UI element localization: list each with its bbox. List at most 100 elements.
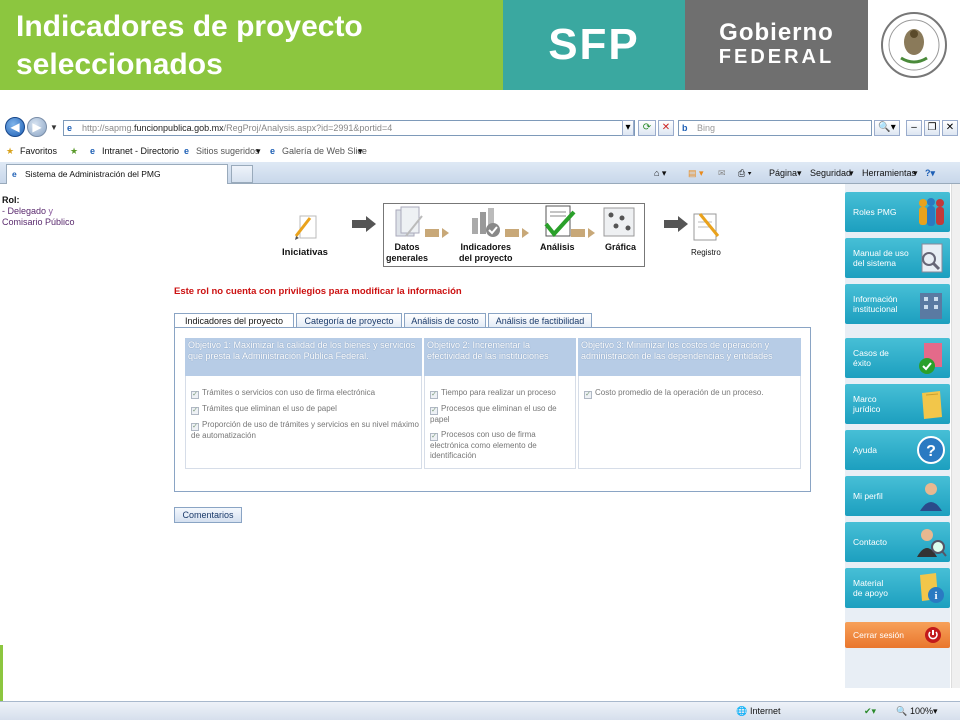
general-data-icon [392, 206, 426, 245]
menu-label-line1: Roles PMG [853, 207, 897, 217]
objective-column: Objetivo 1: Maximizar la calidad de los … [185, 338, 422, 469]
menu-label-line1: Información [853, 294, 898, 304]
back-button[interactable]: ◀ [5, 117, 25, 137]
objective-body: ✓ Costo promedio de la operación de un pr… [578, 376, 801, 469]
search-button[interactable]: 🔍▾ [874, 120, 900, 136]
logout-button[interactable]: Cerrar sesión [845, 622, 950, 648]
chevron-down-icon[interactable]: ▾ [797, 162, 802, 184]
arrow-icon [505, 228, 529, 238]
fav-intranet[interactable]: Intranet - Directorio [102, 141, 179, 161]
menu-casos-exito[interactable]: Casos de éxito [845, 338, 950, 378]
step-analisis: Análisis [540, 242, 575, 252]
favorites-button[interactable]: Favoritos [20, 141, 57, 161]
chevron-down-icon[interactable]: ▾ [256, 141, 261, 161]
help-question-icon: ? [917, 436, 945, 464]
folder-icon [922, 391, 942, 419]
refresh-icon[interactable]: ⟳ [638, 120, 656, 136]
indicator-checkbox[interactable]: ✓ Trámites que eliminan el uso de papel [186, 404, 421, 415]
objective-column: Objetivo 2: Incrementar la efectividad d… [424, 338, 576, 469]
url-path: /RegProj/Analysis.aspx?id=2991&portid=4 [223, 123, 393, 133]
address-dropdown-icon[interactable]: ▾ [622, 120, 634, 136]
search-input[interactable]: b Bing [678, 120, 872, 136]
new-tab-button[interactable] [231, 165, 253, 183]
objective-title: Objetivo 2: Incrementar la efectividad d… [424, 338, 576, 376]
add-favorite-icon[interactable]: ★ [70, 141, 78, 161]
indicator-checkbox[interactable]: ✓ Tiempo para realizar un proceso [425, 388, 575, 399]
chevron-down-icon[interactable]: ▾ [849, 162, 854, 184]
chevron-down-icon[interactable]: ▾ [913, 162, 918, 184]
menu-label-line2: jurídico [853, 404, 881, 414]
objective-title: Objetivo 3: Minimizar los costos de oper… [578, 338, 801, 376]
menu-roles-pmg[interactable]: Roles PMG [845, 192, 950, 232]
tab-factibilidad[interactable]: Análisis de factibilidad [488, 313, 592, 328]
fav-suggested-sites[interactable]: Sitios sugeridos [196, 141, 260, 161]
menu-contacto[interactable]: Contacto [845, 522, 950, 562]
register-icon [690, 210, 722, 249]
step-iniciativas: Iniciativas [282, 247, 328, 258]
objective-body: ✓ Tiempo para realizar un proceso ✓ Proces… [424, 376, 576, 469]
role-info: Rol: - Delegado y Comisario Público [2, 195, 75, 228]
checkbox-icon: ✓ [191, 391, 199, 399]
tools-menu[interactable]: Herramientas [862, 162, 916, 184]
info-folder-icon: i [920, 573, 944, 603]
minimize-button[interactable]: – [906, 120, 922, 136]
security-menu[interactable]: Seguridad [810, 162, 851, 184]
arrow-icon [425, 228, 449, 238]
menu-mi-perfil[interactable]: Mi perfil [845, 476, 950, 516]
svg-text:?: ? [926, 443, 936, 460]
fav-web-slice[interactable]: Galería de Web Slice [282, 141, 367, 161]
checkbox-icon: ✓ [191, 407, 199, 415]
restore-button[interactable]: ❐ [924, 120, 940, 136]
address-bar[interactable]: e http://sapmg.funcionpublica.gob.mx/Reg… [63, 120, 635, 136]
role-and: y [48, 206, 54, 216]
indicator-checkbox[interactable]: ✓ Trámites o servicios con uso de firma e… [186, 388, 421, 399]
help-icon[interactable]: ?▾ [925, 162, 935, 184]
security-zone: Internet [750, 706, 781, 716]
menu-marco-juridico[interactable]: Marco jurídico [845, 384, 950, 424]
menu-manual[interactable]: Manual de uso del sistema [845, 238, 950, 278]
mexico-seal-icon [868, 0, 960, 90]
protected-mode-icon[interactable]: ✔▾ [864, 702, 876, 720]
rss-icon[interactable]: ▤ ▾ [688, 162, 704, 184]
step-ind-2: del proyecto [459, 253, 513, 263]
menu-label: Contacto [853, 537, 887, 547]
gobierno-federal-logo: Gobierno FEDERAL [685, 0, 868, 90]
mail-icon[interactable]: ✉ [718, 162, 726, 184]
comments-button[interactable]: Comentarios [174, 507, 242, 523]
sfp-logo: SFP [503, 0, 685, 90]
zoom-level[interactable]: 100% [910, 702, 933, 720]
indicator-checkbox[interactable]: ✓ Procesos con uso de firma electrónica c… [425, 430, 575, 461]
menu-label: Marco jurídico [853, 394, 880, 414]
indicator-checkbox[interactable]: ✓ Costo promedio de la operación de un pr… [579, 388, 800, 399]
slide-title-line2: seleccionados [16, 48, 223, 81]
objectives-panel: Objetivo 1: Maximizar la calidad de los … [174, 327, 811, 492]
indicator-checkbox[interactable]: ✓ Procesos que eliminan el uso de papel [425, 404, 575, 425]
tab-pmg[interactable]: e Sistema de Administración del PMG [6, 164, 228, 184]
menu-label-line1: Marco [853, 394, 877, 404]
checkbox-icon: ✓ [430, 391, 438, 399]
menu-material-apoyo[interactable]: Material de apoyo i [845, 568, 950, 608]
home-icon[interactable]: ⌂ ▾ [654, 162, 666, 184]
initiatives-icon [292, 212, 322, 247]
menu-informacion[interactable]: Información institucional [845, 284, 950, 324]
stop-icon[interactable]: ✕ [658, 120, 674, 136]
tab-analisis-costo[interactable]: Análisis de costo [404, 313, 486, 328]
page-menu[interactable]: Página [769, 162, 797, 184]
chevron-down-icon[interactable]: ▾ [358, 141, 363, 161]
search-placeholder: Bing [697, 123, 716, 133]
chevron-down-icon[interactable]: ▾ [933, 702, 938, 720]
favorites-star-icon: ★ [6, 146, 15, 156]
tab-categoria[interactable]: Categoría de proyecto [296, 313, 402, 328]
success-check-icon [919, 343, 942, 374]
indicator-checkbox[interactable]: ✓ Proporción de uso de trámites y servici… [186, 420, 421, 441]
objective-column: Objetivo 3: Minimizar los costos de oper… [578, 338, 801, 469]
page-scrollbar[interactable] [951, 184, 960, 688]
menu-ayuda[interactable]: Ayuda ? [845, 430, 950, 470]
slide-title-line1: Indicadores de proyecto [16, 10, 363, 43]
zoom-icon[interactable]: 🔍 [896, 702, 907, 720]
close-window-button[interactable]: ✕ [942, 120, 958, 136]
history-dropdown-icon[interactable]: ▼ [50, 123, 58, 132]
menu-label-line1: Casos de [853, 348, 889, 358]
forward-button[interactable]: ▶ [27, 117, 47, 137]
print-icon[interactable]: ⎙ ▾ [738, 162, 751, 184]
